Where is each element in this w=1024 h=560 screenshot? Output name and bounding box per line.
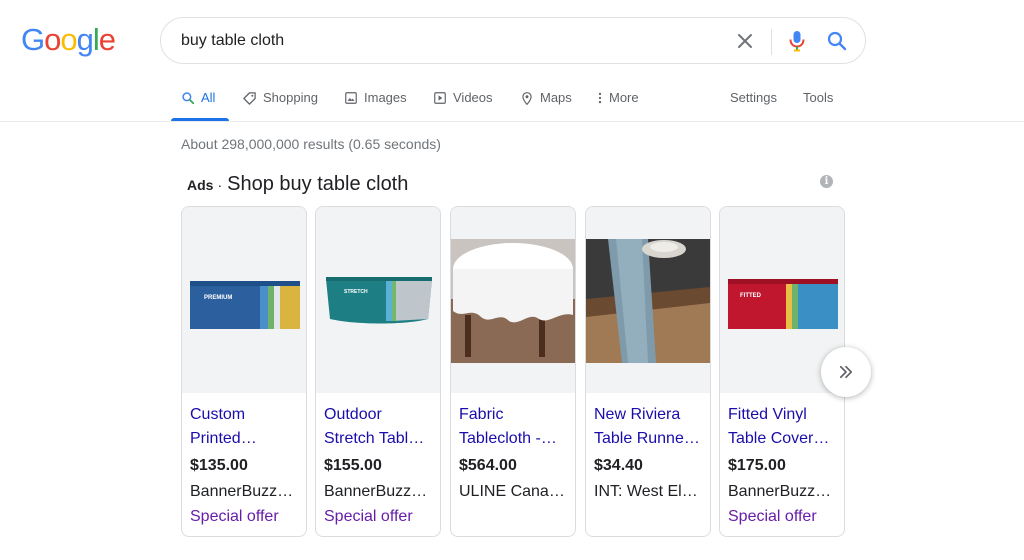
product-title-line: Stretch Tabl… xyxy=(324,430,425,447)
product-price: $135.00 xyxy=(190,457,248,474)
product-title-line: Printed… xyxy=(190,430,257,447)
search-submit-button[interactable] xyxy=(825,29,849,53)
product-card[interactable]: PREMIUM Custom Printed… $135.00 BannerBu… xyxy=(181,206,307,537)
ads-label: Ads xyxy=(187,177,214,193)
product-price: $564.00 xyxy=(459,457,517,474)
tab-label: Shopping xyxy=(263,90,318,105)
play-icon xyxy=(434,92,446,104)
logo-letter: o xyxy=(60,22,77,57)
product-title-line: New Riviera xyxy=(594,406,681,423)
tab-maps[interactable]: Maps xyxy=(520,90,572,120)
carousel-next-button[interactable] xyxy=(821,347,871,397)
product-title-line: Table Runne… xyxy=(594,430,700,447)
logo-letter: g xyxy=(76,22,94,57)
microphone-icon xyxy=(789,31,805,52)
settings-label: Settings xyxy=(730,90,777,105)
product-image-text: PREMIUM xyxy=(204,295,233,301)
tab-label: More xyxy=(609,90,639,105)
tab-shopping[interactable]: Shopping xyxy=(242,90,318,120)
product-title[interactable]: Outdoor Stretch Tabl… xyxy=(324,403,436,451)
product-title-line: Custom xyxy=(190,406,246,423)
more-vert-icon xyxy=(598,92,602,104)
logo-letter: G xyxy=(21,22,45,57)
search-icon xyxy=(827,31,847,51)
product-image: STRETCH xyxy=(316,207,440,393)
clear-button[interactable] xyxy=(733,29,757,53)
tab-label: All xyxy=(201,90,216,105)
google-logo[interactable]: Google xyxy=(21,22,116,57)
product-title-line: Fitted Vinyl xyxy=(728,406,807,423)
settings-link[interactable]: Settings xyxy=(730,90,777,120)
search-tabs: All Shopping Images Videos Maps More Set… xyxy=(0,84,1024,122)
product-title-line: Outdoor xyxy=(324,406,382,423)
product-image-text: STRETCH xyxy=(344,289,368,295)
tools-label: Tools xyxy=(803,90,834,105)
tab-images[interactable]: Images xyxy=(344,90,407,120)
double-chevron-right-icon xyxy=(839,365,853,379)
logo-letter: e xyxy=(98,22,116,57)
product-image-text: FITTED xyxy=(740,293,761,299)
info-icon[interactable]: i xyxy=(820,175,833,188)
product-title[interactable]: Custom Printed… xyxy=(190,403,302,451)
product-merchant: BannerBuzz… xyxy=(324,483,428,500)
special-offer-link[interactable]: Special offer xyxy=(324,508,413,526)
product-merchant: ULINE Cana… xyxy=(459,483,565,500)
product-price: $155.00 xyxy=(324,457,382,474)
product-merchant: BannerBuzz… xyxy=(190,483,294,500)
product-title[interactable]: Fabric Tablecloth -… xyxy=(459,403,571,451)
tag-icon xyxy=(243,92,256,105)
tools-link[interactable]: Tools xyxy=(803,90,833,120)
product-image: PREMIUM xyxy=(182,207,306,393)
tab-all[interactable]: All xyxy=(181,90,215,120)
active-tab-indicator xyxy=(171,118,229,121)
product-title[interactable]: New Riviera Table Runne… xyxy=(594,403,706,451)
product-title-line: Fabric xyxy=(459,406,504,423)
tab-more[interactable]: More xyxy=(597,90,639,120)
product-title[interactable]: Fitted Vinyl Table Cover… xyxy=(728,403,840,451)
logo-letter: o xyxy=(44,22,61,57)
special-offer-link[interactable]: Special offer xyxy=(190,508,279,526)
ads-title: Shop buy table cloth xyxy=(227,173,409,195)
tab-videos[interactable]: Videos xyxy=(433,90,493,120)
product-title-line: Table Cover… xyxy=(728,430,830,447)
result-stats: About 298,000,000 results (0.65 seconds) xyxy=(181,136,441,152)
product-card[interactable]: New Riviera Table Runne… $34.40 INT: Wes… xyxy=(585,206,711,537)
search-input[interactable] xyxy=(181,29,721,53)
tab-label: Images xyxy=(364,90,407,105)
product-card[interactable]: Fabric Tablecloth -… $564.00 ULINE Cana… xyxy=(450,206,576,537)
search-divider xyxy=(771,29,772,55)
ads-header: Ads · Shop buy table cloth xyxy=(187,173,408,196)
product-image xyxy=(586,207,710,393)
voice-search-button[interactable] xyxy=(785,28,809,54)
image-icon xyxy=(345,92,357,104)
search-box xyxy=(160,17,866,64)
product-title-line: Tablecloth -… xyxy=(459,430,557,447)
product-merchant: INT: West El… xyxy=(594,483,698,500)
tab-label: Videos xyxy=(453,90,493,105)
product-merchant: BannerBuzz… xyxy=(728,483,832,500)
search-icon xyxy=(182,92,195,105)
product-price: $34.40 xyxy=(594,457,643,474)
ads-separator: · xyxy=(217,177,223,193)
product-card[interactable]: STRETCH Outdoor Stretch Tabl… $155.00 Ba… xyxy=(315,206,441,537)
map-pin-icon xyxy=(522,92,532,106)
product-image xyxy=(451,207,575,393)
special-offer-link[interactable]: Special offer xyxy=(728,508,817,526)
product-price: $175.00 xyxy=(728,457,786,474)
close-icon xyxy=(738,34,752,48)
tab-label: Maps xyxy=(540,90,572,105)
